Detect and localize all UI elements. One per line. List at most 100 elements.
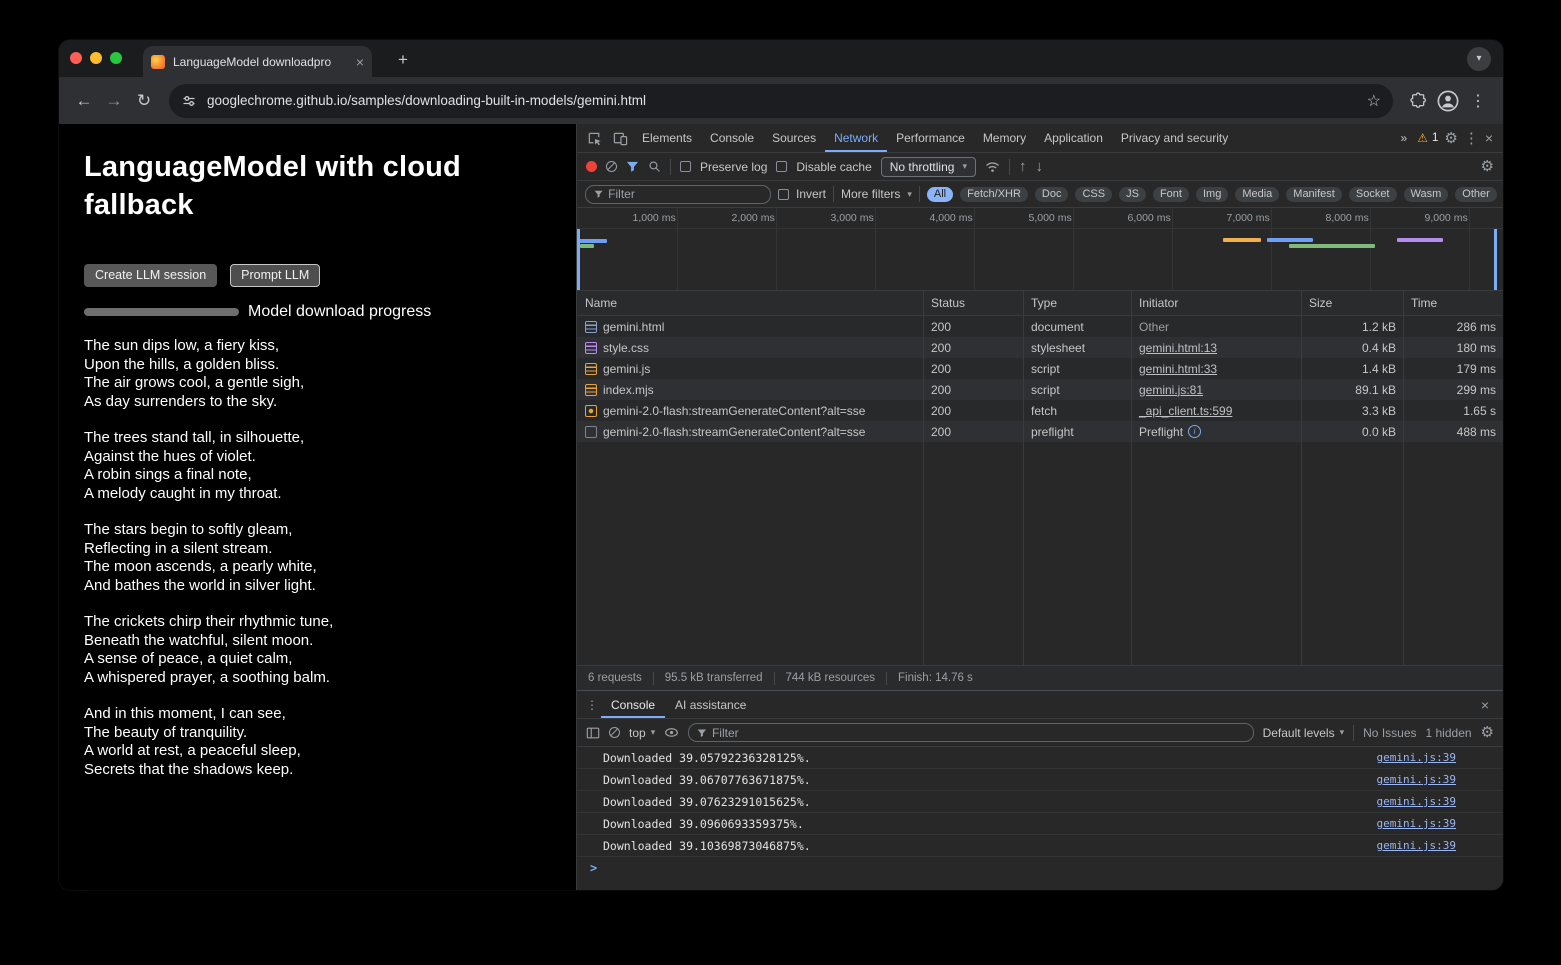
table-row[interactable]: gemini.js 200 script gemini.html:33 1.4 … xyxy=(577,358,1503,379)
hidden-messages-count[interactable]: 1 hidden xyxy=(1426,726,1472,740)
new-tab-button[interactable]: + xyxy=(391,48,415,72)
filter-pill-fetch-xhr[interactable]: Fetch/XHR xyxy=(960,187,1028,202)
devtools-kebab-menu-icon[interactable]: ⋮ xyxy=(1464,131,1479,146)
console-filter-input[interactable] xyxy=(712,726,1245,740)
console-source-link[interactable]: gemini.js:39 xyxy=(1377,773,1456,786)
inspect-element-icon[interactable] xyxy=(581,125,607,151)
table-row[interactable]: style.css 200 stylesheet gemini.html:13 … xyxy=(577,337,1503,358)
preflight-info-icon[interactable]: i xyxy=(1188,425,1201,438)
devtools-tab-console[interactable]: Console xyxy=(701,124,763,152)
devtools-tab-network[interactable]: Network xyxy=(825,124,887,152)
site-info-icon[interactable] xyxy=(181,93,197,109)
bookmark-star-icon[interactable]: ☆ xyxy=(1367,91,1381,111)
initiator-link[interactable]: gemini.js:81 xyxy=(1139,383,1203,397)
tab-search-chevron-icon[interactable]: ▾ xyxy=(1467,47,1491,71)
disable-cache-checkbox[interactable] xyxy=(776,161,787,172)
clear-console-icon[interactable] xyxy=(609,727,620,738)
console-context-select[interactable]: top ▾ xyxy=(629,726,655,740)
drawer-close-icon[interactable]: × xyxy=(1481,697,1497,713)
address-bar[interactable]: googlechrome.github.io/samples/downloadi… xyxy=(169,84,1393,118)
devtools-tab-elements[interactable]: Elements xyxy=(633,124,701,152)
invert-filter-checkbox[interactable] xyxy=(778,189,789,200)
console-settings-gear-icon[interactable]: ⚙ xyxy=(1481,725,1494,740)
network-search-icon[interactable] xyxy=(648,160,661,173)
warning-count[interactable]: 1 xyxy=(1432,132,1438,144)
live-expression-eye-icon[interactable] xyxy=(664,726,679,739)
issues-status[interactable]: No Issues xyxy=(1363,726,1416,740)
record-network-log-icon[interactable] xyxy=(586,161,597,172)
network-filter-input[interactable] xyxy=(608,187,762,201)
filter-pill-img[interactable]: Img xyxy=(1196,187,1228,202)
filter-pill-media[interactable]: Media xyxy=(1235,187,1279,202)
filter-pill-font[interactable]: Font xyxy=(1153,187,1189,202)
network-overview-timeline[interactable]: 1,000 ms 2,000 ms 3,000 ms 4,000 ms 5,00… xyxy=(577,208,1503,291)
drawer-kebab-menu-icon[interactable]: ⋮ xyxy=(583,698,601,712)
table-row[interactable]: gemini.html 200 document Other 1.2 kB 28… xyxy=(577,316,1503,337)
column-header-initiator[interactable]: Initiator xyxy=(1131,296,1301,310)
devtools-panel: Elements Console Sources Network Perform… xyxy=(576,124,1503,890)
column-header-status[interactable]: Status xyxy=(923,296,1023,310)
extensions-icon[interactable] xyxy=(1403,86,1433,116)
devtools-tab-performance[interactable]: Performance xyxy=(887,124,974,152)
column-header-type[interactable]: Type xyxy=(1023,296,1131,310)
export-har-icon[interactable]: ↓ xyxy=(1035,159,1043,174)
profile-avatar[interactable] xyxy=(1433,86,1463,116)
overview-left-handle[interactable] xyxy=(577,229,580,290)
import-har-icon[interactable]: ↑ xyxy=(1019,159,1027,174)
column-header-time[interactable]: Time xyxy=(1403,296,1503,310)
initiator-link[interactable]: _api_client.ts:599 xyxy=(1139,404,1232,418)
back-icon[interactable]: ← xyxy=(69,86,99,116)
devtools-tab-memory[interactable]: Memory xyxy=(974,124,1035,152)
console-source-link[interactable]: gemini.js:39 xyxy=(1377,751,1456,764)
filter-pill-css[interactable]: CSS xyxy=(1075,187,1112,202)
warning-icon[interactable]: ⚠ xyxy=(1417,131,1428,145)
console-sidebar-toggle-icon[interactable] xyxy=(586,726,600,740)
minimize-window-button[interactable] xyxy=(90,52,102,64)
drawer-tab-ai-assistance[interactable]: AI assistance xyxy=(665,691,756,718)
prompt-llm-button[interactable]: Prompt LLM xyxy=(230,264,320,287)
overview-right-handle[interactable] xyxy=(1494,229,1497,290)
filter-pill-manifest[interactable]: Manifest xyxy=(1286,187,1342,202)
table-row[interactable]: gemini-2.0-flash:streamGenerateContent?a… xyxy=(577,400,1503,421)
clear-network-log-icon[interactable] xyxy=(606,161,617,172)
devtools-tab-application[interactable]: Application xyxy=(1035,124,1112,152)
preserve-log-checkbox[interactable] xyxy=(680,161,691,172)
more-filters-dropdown[interactable]: More filters xyxy=(841,187,900,201)
table-row[interactable]: index.mjs 200 script gemini.js:81 89.1 k… xyxy=(577,379,1503,400)
console-source-link[interactable]: gemini.js:39 xyxy=(1377,839,1456,852)
table-row[interactable]: gemini-2.0-flash:streamGenerateContent?a… xyxy=(577,421,1503,442)
network-settings-gear-icon[interactable]: ⚙ xyxy=(1481,159,1494,174)
browser-menu-icon[interactable]: ⋮ xyxy=(1463,86,1493,116)
devtools-tab-sources[interactable]: Sources xyxy=(763,124,825,152)
drawer-tab-console[interactable]: Console xyxy=(601,691,665,718)
create-llm-session-button[interactable]: Create LLM session xyxy=(84,264,217,287)
filter-pill-js[interactable]: JS xyxy=(1119,187,1146,202)
column-header-size[interactable]: Size xyxy=(1301,296,1403,310)
console-prompt[interactable]: > xyxy=(577,857,1503,879)
zoom-window-button[interactable] xyxy=(110,52,122,64)
network-conditions-icon[interactable] xyxy=(985,160,1000,173)
filter-pill-socket[interactable]: Socket xyxy=(1349,187,1397,202)
devtools-close-icon[interactable]: × xyxy=(1485,130,1493,146)
devtools-tab-privacy-security[interactable]: Privacy and security xyxy=(1112,124,1237,152)
console-source-link[interactable]: gemini.js:39 xyxy=(1377,795,1456,808)
initiator-link[interactable]: gemini.html:33 xyxy=(1139,362,1217,376)
filter-pill-all[interactable]: All xyxy=(927,187,953,202)
more-tabs-icon[interactable]: » xyxy=(1397,131,1412,145)
initiator-link[interactable]: gemini.html:13 xyxy=(1139,341,1217,355)
throttling-select[interactable]: No throttling ▾ xyxy=(881,157,976,177)
filter-pill-other[interactable]: Other xyxy=(1455,187,1497,202)
devtools-settings-gear-icon[interactable]: ⚙ xyxy=(1444,131,1457,146)
forward-icon[interactable]: → xyxy=(99,86,129,116)
console-levels-select[interactable]: Default levels ▾ xyxy=(1263,726,1345,740)
close-window-button[interactable] xyxy=(70,52,82,64)
tab-close-icon[interactable]: × xyxy=(356,55,364,69)
reload-icon[interactable]: ↻ xyxy=(129,86,159,116)
network-filter-icon[interactable] xyxy=(626,160,639,173)
filter-pill-wasm[interactable]: Wasm xyxy=(1404,187,1449,202)
column-header-name[interactable]: Name xyxy=(577,296,923,310)
browser-tab[interactable]: LanguageModel downloadpro × xyxy=(143,46,372,77)
filter-pill-doc[interactable]: Doc xyxy=(1035,187,1069,202)
device-toolbar-icon[interactable] xyxy=(607,125,633,151)
console-source-link[interactable]: gemini.js:39 xyxy=(1377,817,1456,830)
